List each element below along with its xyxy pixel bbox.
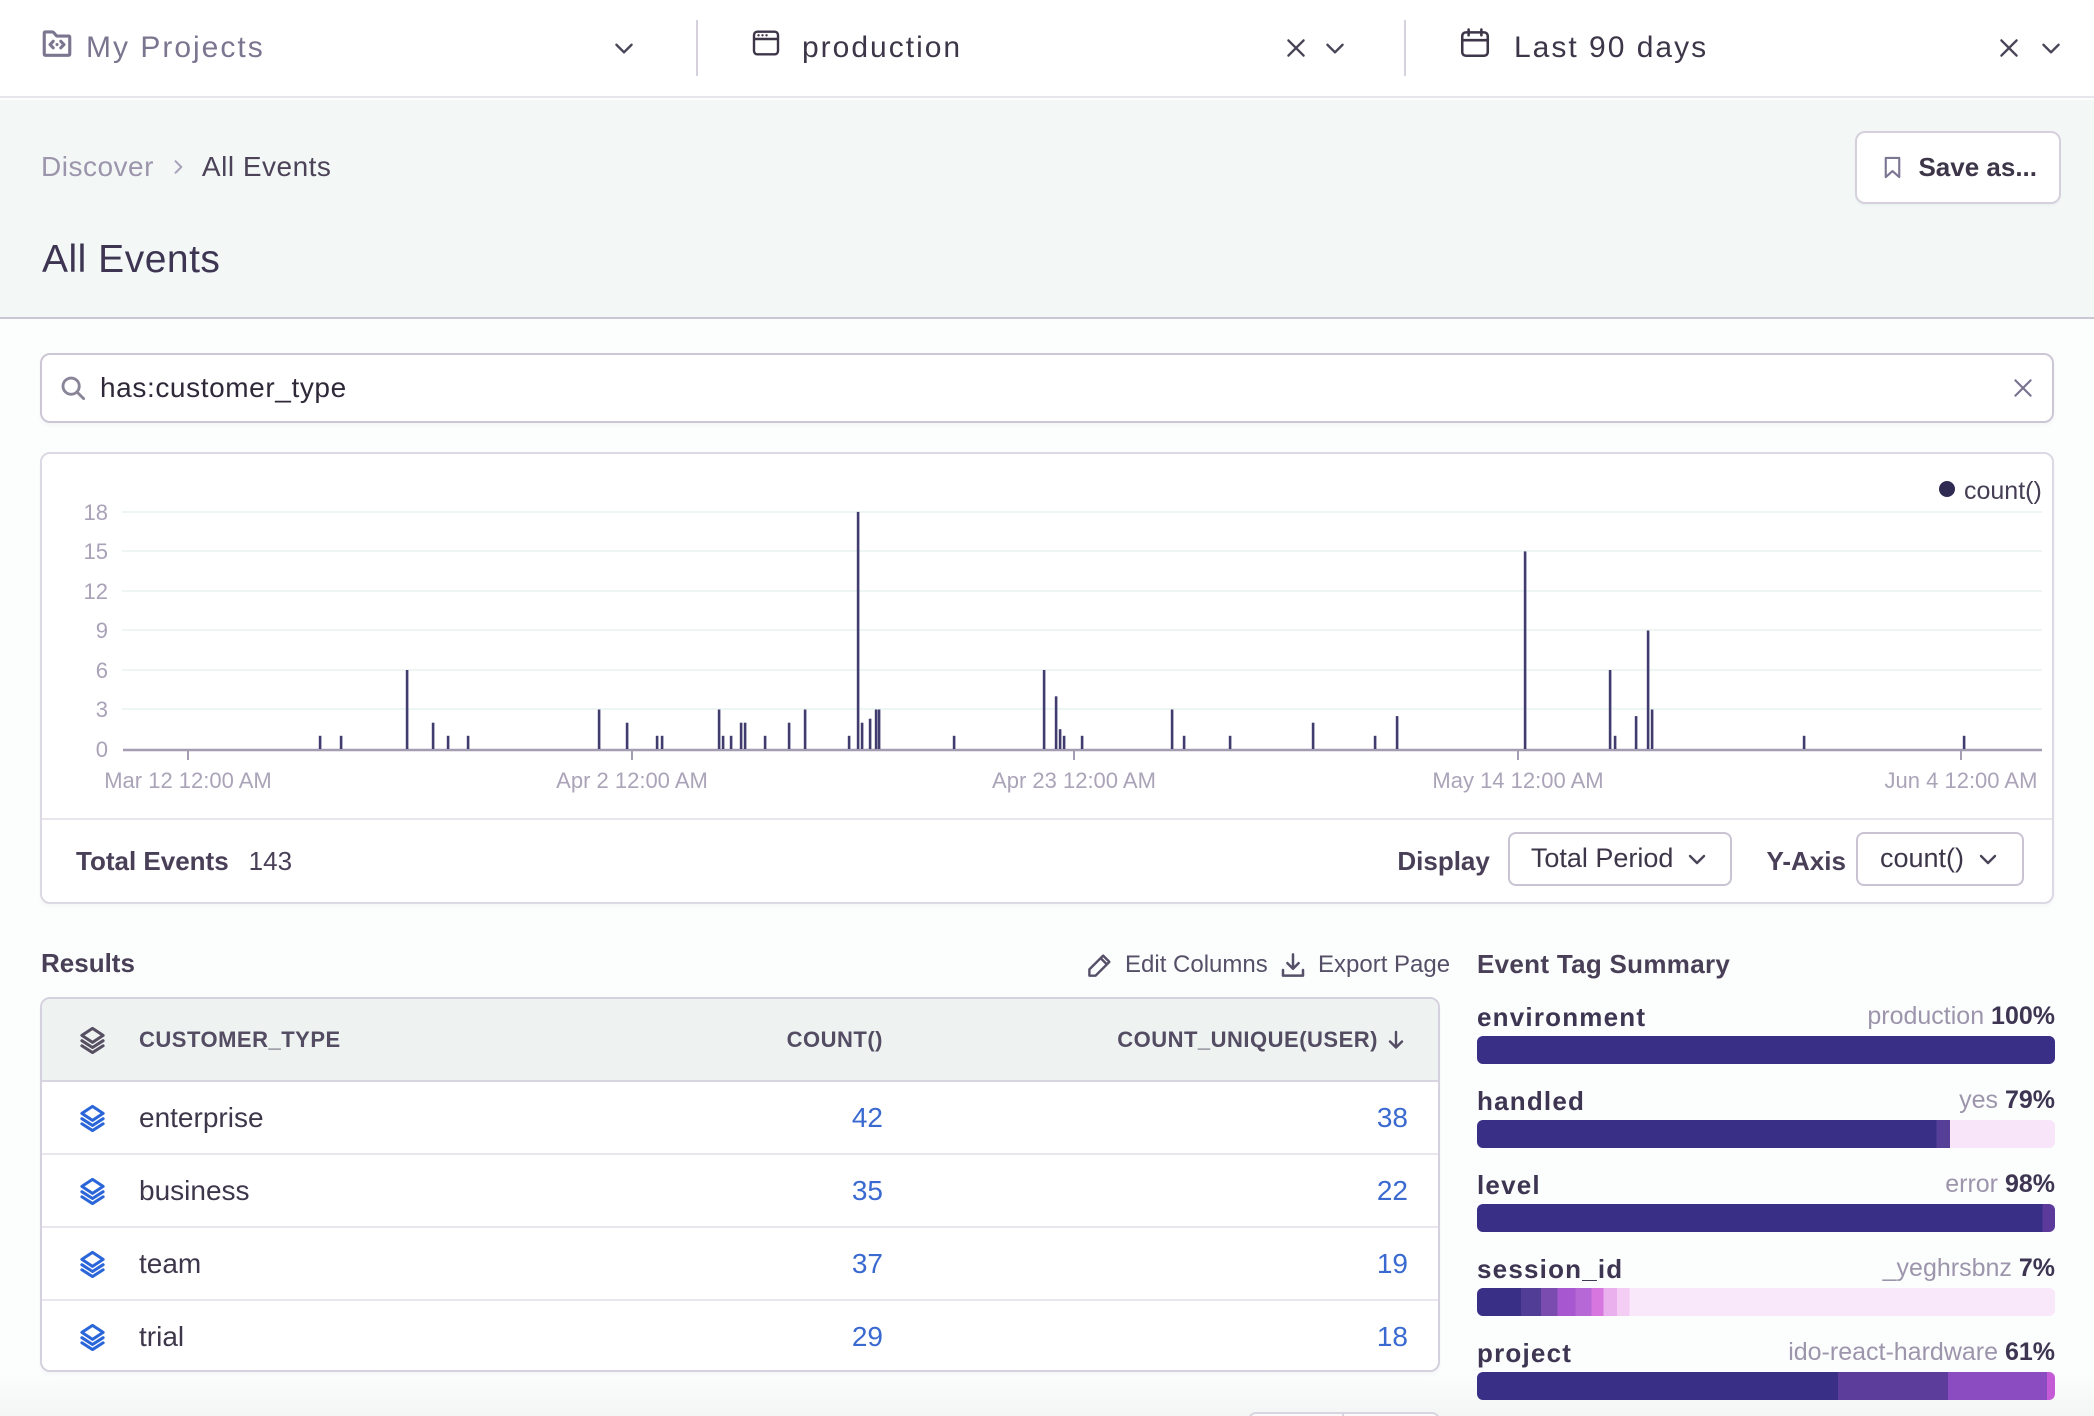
svg-text:3: 3	[96, 697, 108, 722]
svg-text:Mar 12 12:00 AM: Mar 12 12:00 AM	[104, 768, 272, 793]
svg-text:Apr 2 12:00 AM: Apr 2 12:00 AM	[556, 768, 708, 793]
svg-text:9: 9	[96, 618, 108, 643]
svg-text:15: 15	[84, 539, 108, 564]
svg-text:Apr 23 12:00 AM: Apr 23 12:00 AM	[992, 768, 1156, 793]
svg-text:May 14 12:00 AM: May 14 12:00 AM	[1432, 768, 1603, 793]
svg-text:0: 0	[96, 737, 108, 762]
svg-text:count(): count()	[1964, 477, 2042, 505]
svg-text:Jun 4 12:00 AM: Jun 4 12:00 AM	[1885, 768, 2038, 793]
svg-text:18: 18	[84, 500, 108, 525]
svg-text:12: 12	[84, 579, 108, 604]
svg-text:6: 6	[96, 658, 108, 683]
